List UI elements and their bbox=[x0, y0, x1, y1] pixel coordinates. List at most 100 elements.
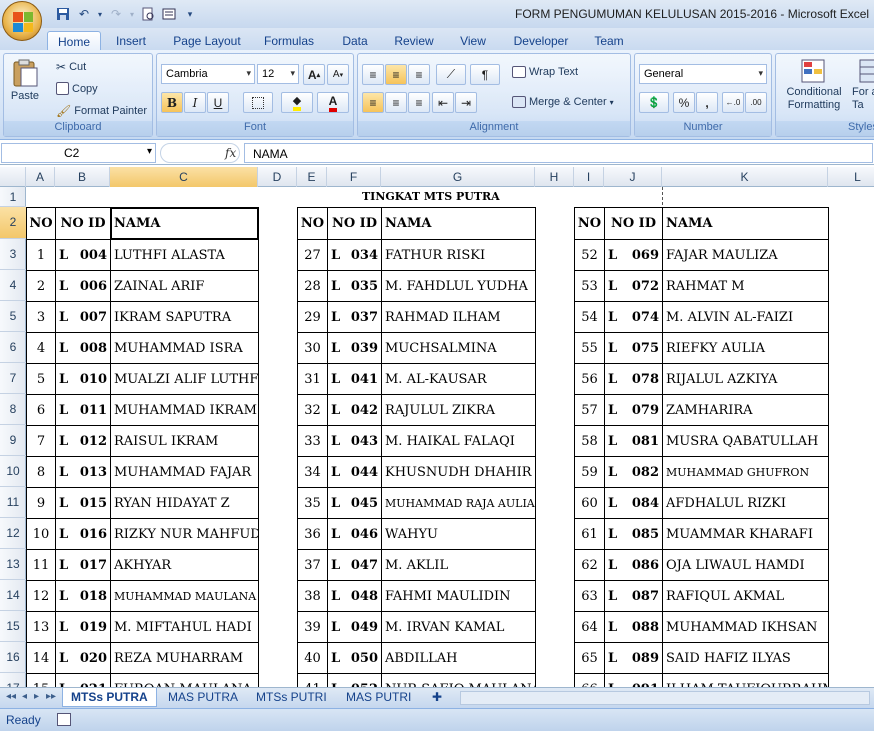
cell-no[interactable]: 41 bbox=[297, 673, 328, 687]
header-nama[interactable]: NAMA bbox=[381, 207, 536, 240]
percent-style-button[interactable]: % bbox=[673, 92, 695, 113]
cell-nama[interactable]: MUHAMMAD RAJA AULIA bbox=[381, 487, 536, 519]
tab-view[interactable]: View bbox=[452, 31, 494, 51]
cell-no[interactable]: 30 bbox=[297, 332, 328, 364]
header-nama[interactable]: NAMA bbox=[662, 207, 829, 240]
header-noid[interactable]: NO ID bbox=[604, 207, 663, 240]
cell-no[interactable]: 63 bbox=[574, 580, 605, 612]
redo-icon[interactable]: ↷ bbox=[107, 5, 125, 23]
tab-insert[interactable]: Insert bbox=[108, 31, 154, 51]
column-header[interactable]: B bbox=[55, 167, 110, 187]
cell-noid[interactable]: L 046 bbox=[327, 518, 382, 550]
align-middle-button[interactable]: ≡ bbox=[385, 64, 407, 85]
cell-no[interactable]: 57 bbox=[574, 394, 605, 426]
increase-decimal-button[interactable]: ←.0 bbox=[722, 92, 744, 113]
column-header[interactable]: H bbox=[535, 167, 574, 187]
accounting-format-button[interactable]: 💲 bbox=[639, 92, 669, 113]
cell-noid[interactable]: L 049 bbox=[327, 611, 382, 643]
cell-no[interactable]: 4 bbox=[26, 332, 56, 364]
font-size-select[interactable]: 12 bbox=[257, 64, 299, 84]
cell-noid[interactable]: L 034 bbox=[327, 239, 382, 271]
header-noid[interactable]: NO ID bbox=[55, 207, 111, 240]
cell-noid[interactable]: L 089 bbox=[604, 642, 663, 674]
cell-nama[interactable]: REZA MUHARRAM bbox=[110, 642, 259, 674]
cell-nama[interactable]: M. ALVIN AL-FAIZI bbox=[662, 301, 829, 333]
cell-noid[interactable]: L021 bbox=[55, 673, 111, 687]
bold-button[interactable]: B bbox=[161, 92, 183, 113]
shrink-font-button[interactable]: A ▾ bbox=[327, 64, 349, 85]
cell-nama[interactable]: M. HAIKAL FALAQI bbox=[381, 425, 536, 457]
cell-nama[interactable]: MUSRA QABATULLAH bbox=[662, 425, 829, 457]
next-sheet-icon[interactable]: ▸ bbox=[34, 691, 39, 702]
cell-noid[interactable]: L 079 bbox=[604, 394, 663, 426]
cell-nama[interactable]: RIZKY NUR MAHFUDH bbox=[110, 518, 259, 550]
cell-noid[interactable]: L 074 bbox=[604, 301, 663, 333]
cell-no[interactable]: 8 bbox=[26, 456, 56, 488]
cell-noid[interactable]: L 041 bbox=[327, 363, 382, 395]
cell-no[interactable]: 11 bbox=[26, 549, 56, 581]
cell-noid[interactable]: L 011 bbox=[55, 394, 111, 426]
column-header[interactable]: I bbox=[574, 167, 604, 187]
cell-noid[interactable]: L 047 bbox=[327, 549, 382, 581]
cell-nama[interactable]: OJA LIWAUL HAMDI bbox=[662, 549, 829, 581]
cell-nama[interactable]: MUCHSALMINA bbox=[381, 332, 536, 364]
cell-no[interactable]: 31 bbox=[297, 363, 328, 395]
cell-noid[interactable]: L 013 bbox=[55, 456, 111, 488]
cell-noid[interactable]: L 042 bbox=[327, 394, 382, 426]
cell-nama[interactable]: SAID HAFIZ ILYAS bbox=[662, 642, 829, 674]
align-right-button[interactable]: ≡ bbox=[408, 92, 430, 113]
cell-no[interactable]: 7 bbox=[26, 425, 56, 457]
sheet-tab-mtss-putra[interactable]: MTSs PUTRA bbox=[62, 688, 157, 707]
formula-input[interactable]: NAMA bbox=[244, 143, 873, 163]
cell-no[interactable]: 58 bbox=[574, 425, 605, 457]
row-header[interactable]: 12 bbox=[0, 518, 26, 549]
undo-dropdown-icon[interactable]: ▾ bbox=[96, 5, 104, 23]
cell-noid[interactable]: L 072 bbox=[604, 270, 663, 302]
cell-noid[interactable]: L 085 bbox=[604, 518, 663, 550]
cell-no[interactable]: 66 bbox=[574, 673, 605, 687]
tab-page-layout[interactable]: Page Layout bbox=[168, 31, 246, 51]
row-header[interactable]: 5 bbox=[0, 301, 26, 332]
number-format-select[interactable]: General bbox=[639, 64, 767, 84]
cell-noid[interactable]: L 018 bbox=[55, 580, 111, 612]
align-top-button[interactable]: ≡ bbox=[362, 64, 384, 85]
tab-formulas[interactable]: Formulas bbox=[258, 31, 320, 51]
header-noid[interactable]: NO ID bbox=[327, 207, 382, 240]
cell-noid[interactable]: L 084 bbox=[604, 487, 663, 519]
cell-nama[interactable]: MUHAMMAD ISRA bbox=[110, 332, 259, 364]
tab-home[interactable]: Home bbox=[47, 31, 101, 51]
cell-nama[interactable]: M. FAHDLUL YUDHA bbox=[381, 270, 536, 302]
cell-noid[interactable]: L 078 bbox=[604, 363, 663, 395]
cell-nama[interactable]: ABDILLAH bbox=[381, 642, 536, 674]
header-no[interactable]: NO bbox=[574, 207, 605, 240]
cell-nama[interactable]: FAJAR MAULIZA bbox=[662, 239, 829, 271]
cell-noid[interactable]: L 039 bbox=[327, 332, 382, 364]
last-sheet-icon[interactable]: ▸▸ bbox=[46, 691, 56, 702]
row-header[interactable]: 10 bbox=[0, 456, 26, 487]
row-header[interactable]: 11 bbox=[0, 487, 26, 518]
format-painter-button[interactable]: 🖌 Format Painter bbox=[56, 104, 147, 118]
cell-nama[interactable]: MUHAMMAD IKRAM bbox=[110, 394, 259, 426]
cell-noid[interactable]: L091 bbox=[604, 673, 663, 687]
prev-sheet-icon[interactable]: ◂ bbox=[22, 691, 27, 702]
row-header[interactable]: 9 bbox=[0, 425, 26, 456]
grow-font-button[interactable]: A ▴ bbox=[303, 64, 325, 85]
cell-noid[interactable]: L 004 bbox=[55, 239, 111, 271]
horizontal-scrollbar[interactable] bbox=[460, 691, 870, 705]
row-header[interactable]: 3 bbox=[0, 239, 26, 270]
copy-button[interactable]: Copy bbox=[56, 82, 98, 95]
cell-no[interactable]: 65 bbox=[574, 642, 605, 674]
cell-no[interactable]: 9 bbox=[26, 487, 56, 519]
wrap-text-button[interactable]: Wrap Text bbox=[512, 66, 578, 78]
cell-nama[interactable]: MUAMMAR KHARAFI bbox=[662, 518, 829, 550]
cell-no[interactable]: 6 bbox=[26, 394, 56, 426]
decrease-decimal-button[interactable]: .00 bbox=[745, 92, 767, 113]
row-header[interactable]: 17 bbox=[0, 673, 26, 687]
merge-center-button[interactable]: Merge & Center ▾ bbox=[512, 96, 614, 108]
tab-developer[interactable]: Developer bbox=[506, 31, 576, 51]
header-no[interactable]: NO bbox=[297, 207, 328, 240]
row-header[interactable]: 6 bbox=[0, 332, 26, 363]
cell-no[interactable]: 54 bbox=[574, 301, 605, 333]
column-header[interactable]: F bbox=[327, 167, 381, 187]
cell-nama[interactable]: KHUSNUDH DHAHIR bbox=[381, 456, 536, 488]
